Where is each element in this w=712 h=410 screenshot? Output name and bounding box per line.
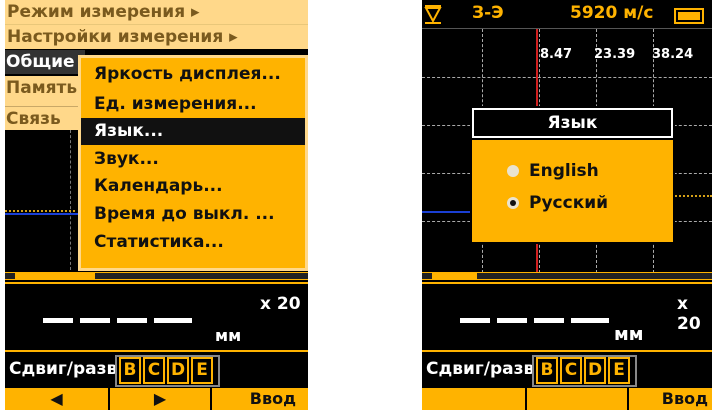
scrollbar-thumb[interactable] <box>15 273 95 279</box>
gate-c-button[interactable]: C <box>560 357 582 384</box>
shift-range-label: Сдвиг/разв. <box>9 359 124 379</box>
measurement-value: 38.24 <box>652 47 694 62</box>
radio-label: English <box>529 161 599 181</box>
radio-label: Русский <box>529 193 609 213</box>
readout-digit-dash <box>497 318 527 323</box>
side-menu-item-general[interactable]: Общие <box>5 50 85 74</box>
submenu-item-units[interactable]: Ед. измерения... <box>81 91 305 118</box>
signal-trace-yellow <box>672 195 712 197</box>
language-option-russian[interactable]: Русский <box>507 190 608 216</box>
general-submenu: Яркость дисплея... Ед. измерения... Язык… <box>78 55 308 271</box>
grid-line <box>422 77 712 78</box>
measurement-value: 8.47 <box>540 47 573 62</box>
radio-unchecked-icon[interactable] <box>507 165 519 177</box>
gate-b-button[interactable]: B <box>536 357 558 384</box>
horizontal-scrollbar[interactable] <box>5 272 308 280</box>
readout-digit-dash <box>534 318 564 323</box>
readout-unit: мм <box>614 324 644 345</box>
submenu-item-auto-off-time[interactable]: Время до выкл. ... <box>81 201 305 228</box>
readout-unit: мм <box>215 326 242 345</box>
mode-indicator: З-Э <box>472 3 504 23</box>
gates-row: Сдвиг/разв. B C D E <box>5 350 308 387</box>
battery-icon <box>674 8 704 24</box>
readout-digit-dash <box>154 318 192 323</box>
submenu-item-calendar[interactable]: Календарь... <box>81 173 305 200</box>
radio-checked-icon[interactable] <box>507 197 519 209</box>
gate-triangle-icon <box>424 5 442 24</box>
horizontal-scrollbar[interactable] <box>422 272 712 280</box>
thickness-readout: x 20 мм <box>5 282 308 348</box>
softkey-1[interactable] <box>422 388 525 410</box>
dialog-body: English Русский <box>472 140 673 242</box>
softkey-right-arrow[interactable]: ▶ <box>110 388 210 410</box>
language-dialog: Язык English Русский <box>470 106 675 244</box>
grid-line <box>70 130 71 270</box>
submenu-item-statistics[interactable]: Статистика... <box>81 229 305 256</box>
submenu-item-language[interactable]: Язык... <box>81 118 305 145</box>
softkey-left-arrow[interactable]: ◀ <box>5 388 108 410</box>
signal-trace-blue <box>5 213 80 215</box>
readout-digit-dash <box>117 318 147 323</box>
signal-trace-yellow <box>5 210 75 212</box>
gate-e-button[interactable]: E <box>608 357 630 384</box>
zoom-level: x 20 <box>260 294 301 314</box>
dialog-title: Язык <box>472 108 673 138</box>
submenu-item-display-brightness[interactable]: Яркость дисплея... <box>81 61 305 88</box>
menu-item-measurement-settings[interactable]: Настройки измерения ▸ <box>5 24 308 49</box>
side-menu-item-memory[interactable]: Память <box>5 76 85 100</box>
measurement-value: 23.39 <box>594 47 636 62</box>
gate-d-button[interactable]: D <box>584 357 606 384</box>
readout-digit-dash <box>460 318 490 323</box>
shift-range-label: Сдвиг/разв. <box>426 359 541 379</box>
side-menu-item-connection[interactable]: Связь <box>5 106 85 130</box>
status-bar: З-Э 5920 м/с <box>422 0 712 28</box>
language-option-english[interactable]: English <box>507 158 599 184</box>
submenu-item-sound[interactable]: Звук... <box>81 146 305 173</box>
left-device-screen: Режим измерения ▸ Настройки измерения ▸ … <box>5 0 308 410</box>
scrollbar-thumb[interactable] <box>432 273 477 279</box>
menu-item-measurement-mode[interactable]: Режим измерения ▸ <box>5 0 308 24</box>
readout-digit-dash <box>571 318 609 323</box>
right-device-screen: З-Э 5920 м/с 8.47 23.39 38.24 Язык Engli… <box>422 0 712 410</box>
zoom-level: x 20 <box>677 294 701 334</box>
readout-digit-dash <box>43 318 73 323</box>
softkey-enter[interactable]: Ввод <box>212 388 308 410</box>
velocity-indicator: 5920 м/с <box>570 3 654 23</box>
gate-b-button[interactable]: B <box>119 357 141 384</box>
gate-e-button[interactable]: E <box>191 357 213 384</box>
thickness-readout: x 20 мм <box>422 282 712 348</box>
softkey-2[interactable] <box>527 388 627 410</box>
gate-c-button[interactable]: C <box>143 357 165 384</box>
gates-row: Сдвиг/разв. B C D E <box>422 350 712 387</box>
readout-digit-dash <box>80 318 110 323</box>
gate-d-button[interactable]: D <box>167 357 189 384</box>
softkey-enter[interactable]: Ввод <box>629 388 712 410</box>
